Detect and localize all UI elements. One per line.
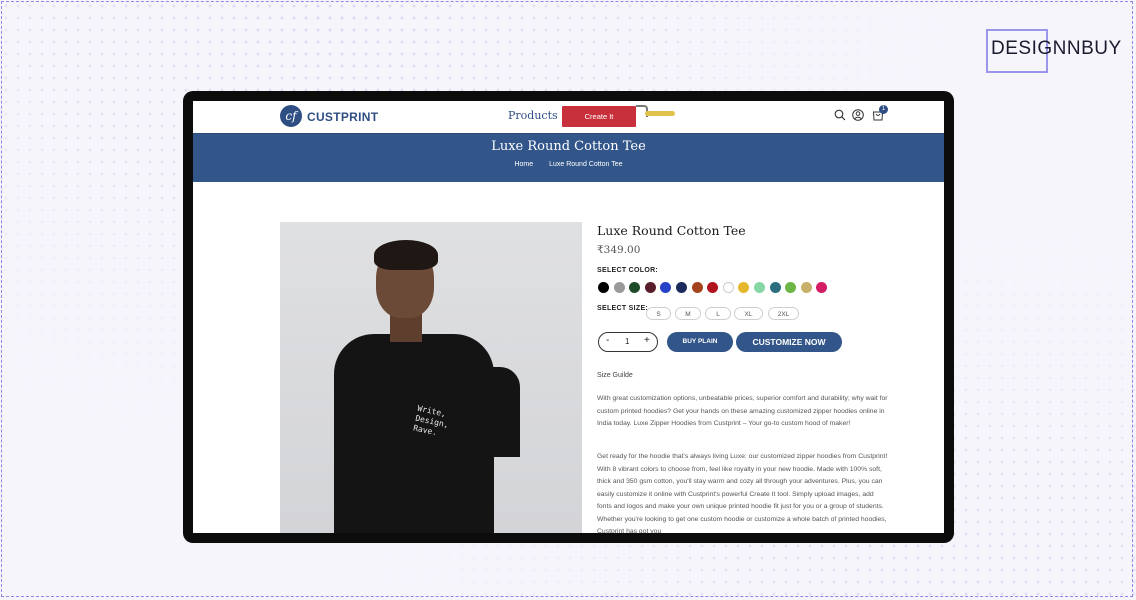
size-option-2xl[interactable]: 2XL — [768, 307, 799, 320]
color-swatch[interactable] — [629, 282, 641, 293]
color-swatch[interactable] — [738, 282, 750, 293]
product-description-1: With great customization options, unbeat… — [597, 395, 888, 427]
product-image[interactable]: Write, Design, Rave. — [280, 222, 582, 533]
nav-products-link[interactable]: Products — [508, 109, 558, 122]
size-option-m[interactable]: M — [675, 307, 701, 320]
color-swatch[interactable] — [816, 282, 828, 293]
color-swatch[interactable] — [754, 282, 765, 293]
quantity-stepper: - 1 + — [598, 332, 658, 352]
site-header: cf CUSTPRINT Products Create It 1 — [193, 101, 944, 133]
quantity-value[interactable]: 1 — [625, 337, 629, 346]
buy-plain-button[interactable]: BUY PLAIN — [667, 332, 733, 352]
color-swatch[interactable] — [769, 282, 781, 293]
color-swatch[interactable] — [722, 282, 734, 293]
size-guide-link[interactable]: Size Guilde — [597, 372, 633, 379]
breadcrumb: Home Luxe Round Cotton Tee — [193, 161, 944, 168]
size-option-xl[interactable]: XL — [734, 307, 763, 320]
color-swatch[interactable] — [707, 282, 719, 293]
page-banner: Luxe Round Cotton Tee Home Luxe Round Co… — [193, 133, 944, 182]
breadcrumb-home[interactable]: Home — [514, 161, 533, 168]
product-price: ₹349.00 — [597, 244, 641, 256]
product-description-2: Get ready for the hoodie that's always l… — [597, 453, 888, 533]
tshirt-sleeve-left — [334, 372, 366, 533]
browser-screen: cf CUSTPRINT Products Create It 1 Luxe R… — [193, 101, 944, 533]
customize-now-button[interactable]: CUSTOMIZE NOW — [736, 332, 842, 352]
custprint-logo-text[interactable]: CUSTPRINT — [307, 110, 378, 124]
tshirt-sleeve-right — [480, 367, 520, 457]
color-swatch[interactable] — [785, 282, 797, 293]
select-size-label: SELECT SIZE: — [597, 305, 649, 312]
size-option-l[interactable]: L — [705, 307, 731, 320]
select-color-label: SELECT COLOR: — [597, 267, 659, 274]
size-option-s[interactable]: S — [646, 307, 671, 320]
color-swatch[interactable] — [644, 282, 656, 293]
quantity-decrease-button[interactable]: - — [606, 335, 609, 346]
paint-roller-grip — [645, 111, 675, 116]
brand-logo-text: DESIGNNBUY — [991, 38, 1122, 59]
quantity-increase-button[interactable]: + — [644, 335, 650, 346]
user-icon[interactable] — [852, 109, 864, 121]
color-swatch[interactable] — [691, 282, 703, 293]
breadcrumb-current: Luxe Round Cotton Tee — [549, 161, 623, 168]
color-swatch[interactable] — [613, 282, 625, 293]
color-swatch[interactable] — [676, 282, 687, 293]
model-hair — [374, 240, 438, 270]
banner-title: Luxe Round Cotton Tee — [491, 139, 646, 154]
laptop-frame: cf CUSTPRINT Products Create It 1 Luxe R… — [183, 91, 954, 543]
search-icon[interactable] — [834, 109, 846, 121]
cart-count-badge: 1 — [879, 105, 888, 114]
color-swatch[interactable] — [660, 282, 672, 293]
color-swatch[interactable] — [598, 282, 609, 293]
color-swatch[interactable] — [800, 282, 812, 293]
product-title: Luxe Round Cotton Tee — [597, 223, 746, 238]
custprint-logo-icon[interactable]: cf — [280, 105, 302, 127]
create-it-button[interactable]: Create It — [562, 106, 636, 127]
